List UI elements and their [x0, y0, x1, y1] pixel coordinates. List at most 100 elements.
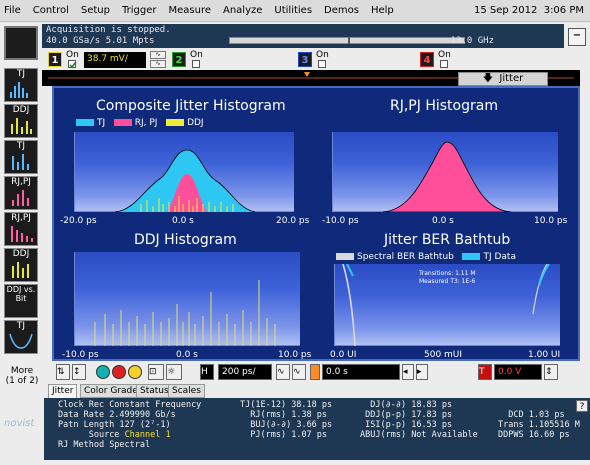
- timebase-wave-icon[interactable]: ∿: [276, 364, 290, 380]
- color-red-icon[interactable]: [112, 365, 126, 379]
- composite-histogram-plot[interactable]: [74, 132, 294, 213]
- sidebar-button-label: TJ: [5, 141, 37, 151]
- menu-analyze[interactable]: Analyze: [223, 5, 262, 16]
- waveform-toggle-2-icon[interactable]: ∿: [150, 60, 166, 68]
- channel-1-checkbox[interactable]: [68, 60, 77, 69]
- bathtub-tick-left: 0.0 UI: [330, 350, 357, 360]
- channel-4-on-label: On: [438, 50, 451, 60]
- sidebar-button-label: DDJ: [5, 249, 37, 259]
- channel-3-checkbox[interactable]: [318, 60, 326, 68]
- rjpj-histogram-svg: [382, 141, 512, 213]
- menu-control[interactable]: Control: [33, 5, 69, 16]
- sidebar-ddj-vs-bit-button[interactable]: DDJ vs. Bit: [4, 284, 38, 318]
- waveform-toggle-icon[interactable]: ∿: [150, 51, 166, 59]
- result-row: Source Channel 1: [88, 430, 171, 440]
- results-column-2: TJ(1E-12) 38.18 ps RJ(rms) 1.38 ps BUJ(∂…: [240, 400, 332, 440]
- sidebar-rjpj-histogram-button[interactable]: RJ,PJ: [4, 176, 38, 210]
- color-cyan-icon[interactable]: [96, 365, 110, 379]
- channel-3-button[interactable]: 3: [298, 52, 312, 67]
- menu-measure[interactable]: Measure: [169, 5, 212, 16]
- spectrum-icon: [8, 152, 34, 170]
- channel-4-button[interactable]: 4: [420, 52, 434, 67]
- menu-setup[interactable]: Setup: [81, 5, 110, 16]
- sidebar-button-label: DDJ: [5, 105, 37, 115]
- menu-help[interactable]: Help: [371, 5, 394, 16]
- rjpj-tick-right: 10.0 ps: [534, 216, 568, 226]
- ddj-tick-mid: 0.0 s: [176, 350, 198, 360]
- bathtub-icon: [9, 333, 33, 349]
- control-row: ⇅ ↕ ⊡ ☼ H 200 ps/ ∿ ∿ 0.0 s ◂ ▸ T 0.0 V …: [48, 362, 586, 382]
- tab-color-grade[interactable]: Color Grade: [80, 384, 142, 398]
- color-yellow-icon[interactable]: [128, 365, 142, 379]
- rjpj-histogram-plot[interactable]: [332, 132, 558, 213]
- rjpj-tick-left: -10.0 ps: [322, 216, 359, 226]
- more-button[interactable]: More (1 of 2): [4, 366, 40, 386]
- channel-3-on-label: On: [316, 50, 329, 60]
- spectrum-icon: [8, 224, 34, 242]
- trigger-level-field[interactable]: 0.0 V: [494, 364, 542, 380]
- timebase-field[interactable]: 200 ps/: [218, 364, 272, 380]
- down-arrow-icon: 🡇: [482, 73, 494, 84]
- delay-right-icon[interactable]: ▸: [416, 364, 428, 380]
- zoom-icon[interactable]: ⊡: [148, 364, 164, 380]
- menu-file[interactable]: File: [4, 5, 21, 16]
- minimize-button[interactable]: −: [568, 28, 586, 46]
- jitter-window-tab[interactable]: 🡇 Jitter: [458, 72, 548, 86]
- tab-jitter[interactable]: Jitter: [48, 384, 78, 398]
- histogram-icon: [8, 188, 34, 206]
- run-stop-button[interactable]: [4, 26, 38, 60]
- timebase-wave2-icon[interactable]: ∿: [292, 364, 306, 380]
- delay-marker-icon: [310, 364, 320, 380]
- legend-entry-ddj: DDJ: [166, 118, 204, 128]
- horizontal-h-icon[interactable]: H: [200, 364, 214, 380]
- channel-2-button[interactable]: 2: [172, 52, 186, 67]
- status-line-1: Acquisition is stopped.: [46, 25, 171, 35]
- sidebar-ddj-spectrum-button[interactable]: DDJ: [4, 248, 38, 282]
- legend-entry-rjpj: RJ, PJ: [113, 118, 157, 128]
- trigger-spinner-icon[interactable]: ⇕: [544, 364, 558, 380]
- channel-1-button[interactable]: 1: [48, 52, 62, 67]
- sidebar-tj-bathtub-button[interactable]: TJ: [4, 320, 38, 354]
- menu-demos[interactable]: Demos: [324, 5, 359, 16]
- histogram-icon: [8, 260, 34, 278]
- help-button[interactable]: ?: [576, 400, 588, 412]
- ddj-histogram-plot[interactable]: [74, 252, 300, 346]
- results-column-3: DJ(∂-∂) 18.83 ps DDJ(p-p) 17.83 ps ISI(p…: [360, 400, 478, 440]
- sidebar-rjpj-spectrum-button[interactable]: RJ,PJ: [4, 212, 38, 246]
- delay-field[interactable]: 0.0 s: [322, 364, 400, 380]
- delay-left-icon[interactable]: ◂: [402, 364, 414, 380]
- slider-thumb[interactable]: [348, 37, 350, 44]
- datetime: 15 Sep 2012 3:06 PM: [474, 5, 584, 16]
- channel-2-on-label: On: [190, 50, 203, 60]
- autoscale-icon[interactable]: ☼: [166, 364, 182, 380]
- result-row: TJ(1E-12) 38.18 ps: [240, 400, 333, 410]
- cursor-icon[interactable]: ↕: [72, 364, 86, 380]
- bathtub-transitions-note: Transitions: 1.11 M: [419, 270, 476, 277]
- menu-utilities[interactable]: Utilities: [274, 5, 312, 16]
- rjpj-histogram-title: RJ,PJ Histogram: [390, 98, 498, 114]
- bandwidth-slider[interactable]: [229, 37, 465, 44]
- channel-row: 1 On 38.7 mV/ ∿ ∿ 2 On 3 On 4 On: [42, 50, 586, 70]
- up-down-icon[interactable]: ⇅: [56, 364, 70, 380]
- channel-2-checkbox[interactable]: [192, 60, 200, 68]
- sidebar-tj-histogram-button[interactable]: TJ: [4, 68, 38, 102]
- result-row: DDPWS 16.60 ps: [498, 430, 570, 440]
- sidebar-ddj-histogram-button[interactable]: DDJ: [4, 104, 38, 138]
- ddj-tick-right: 10.0 ps: [278, 350, 312, 360]
- result-row: Clock Rec Constant Frequency: [58, 400, 202, 410]
- channel-4-checkbox[interactable]: [440, 60, 448, 68]
- tab-scales[interactable]: Scales: [168, 384, 205, 398]
- source-value: Channel 1: [124, 430, 171, 440]
- sidebar-tj-spectrum-button[interactable]: TJ: [4, 140, 38, 174]
- menu-trigger[interactable]: Trigger: [122, 5, 157, 16]
- check-icon: [69, 61, 77, 69]
- ddj-histogram-svg: [94, 280, 276, 346]
- trigger-t-icon[interactable]: T: [478, 364, 492, 380]
- results-column-4: DCD 1.03 ps Trans 1.105516 M DDPWS 16.60…: [498, 410, 580, 440]
- composite-tick-right: 20.0 ps: [276, 216, 310, 226]
- composite-histogram-title: Composite Jitter Histogram: [96, 98, 286, 114]
- date-text: 15 Sep 2012: [473, 5, 538, 16]
- bathtub-plot[interactable]: Transitions: 1.11 M Measured T3: 1E-6: [334, 263, 560, 347]
- histogram-icon: [8, 116, 34, 134]
- channel-1-scale[interactable]: 38.7 mV/: [84, 52, 146, 68]
